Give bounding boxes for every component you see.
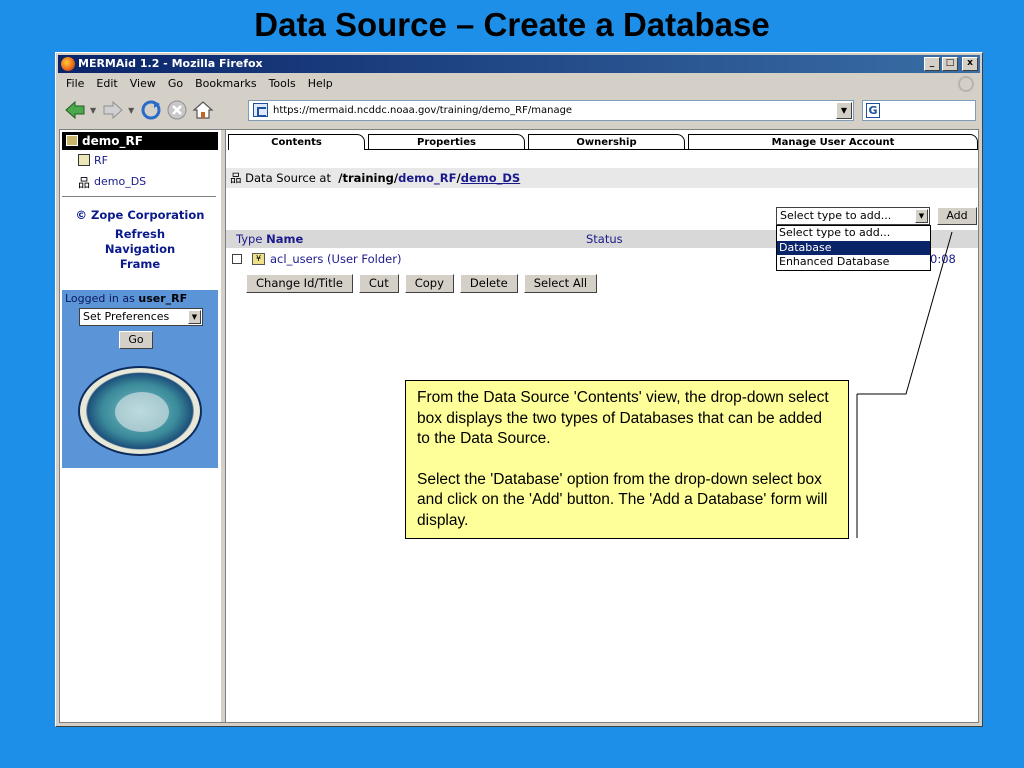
- dropdown-option-database[interactable]: Database: [777, 240, 930, 255]
- tree-root[interactable]: demo_RF: [62, 132, 218, 150]
- tab-underline: [365, 149, 978, 150]
- window-title: MERMAid 1.2 - Mozilla Firefox: [78, 57, 263, 70]
- chevron-down-icon[interactable]: ▼: [188, 310, 201, 324]
- throbber-icon: [958, 76, 974, 92]
- folder-icon: [78, 154, 90, 166]
- menu-edit[interactable]: Edit: [96, 77, 117, 90]
- preferences-select-value: Set Preferences: [83, 310, 170, 323]
- menu-view[interactable]: View: [130, 77, 156, 90]
- breadcrumb-link-demo-ds[interactable]: demo_DS: [461, 171, 521, 185]
- add-type-dropdown-list: Select type to add... Database Enhanced …: [776, 225, 931, 271]
- navigation-toolbar: ▼ ▼ https://mermaid.ncddc.noaa.gov/train…: [58, 94, 980, 126]
- tree-item-label: RF: [94, 154, 108, 167]
- instruction-callout: From the Data Source 'Contents' view, th…: [405, 380, 849, 539]
- add-button[interactable]: Add: [937, 207, 977, 225]
- tab-bar: Contents Properties Ownership Manage Use…: [228, 134, 978, 150]
- slide-title: Data Source – Create a Database: [254, 6, 770, 43]
- minimize-button[interactable]: _: [924, 57, 940, 71]
- url-history-dropdown-icon[interactable]: ▼: [836, 102, 852, 119]
- row-name-link[interactable]: acl_users (User Folder): [270, 250, 401, 268]
- ncddc-seal-logo: [78, 366, 202, 456]
- home-icon[interactable]: [192, 99, 214, 121]
- column-header-status[interactable]: Status: [586, 230, 623, 248]
- breadcrumb: 品 Data Source at /training/demo_RF/demo_…: [226, 168, 978, 188]
- row-checkbox[interactable]: [232, 254, 242, 264]
- zope-copyright-link[interactable]: © Zope Corporation: [62, 208, 218, 222]
- change-id-title-button[interactable]: Change Id/Title: [246, 274, 353, 293]
- search-box[interactable]: G: [862, 100, 976, 121]
- tree-item-label: demo_DS: [94, 175, 147, 188]
- tab-ownership[interactable]: Ownership: [528, 134, 685, 150]
- logged-in-label: Logged in as user_RF: [65, 292, 187, 305]
- refresh-navigation-link[interactable]: Refresh Navigation Frame: [62, 227, 218, 272]
- menu-tools[interactable]: Tools: [269, 77, 296, 90]
- maximize-button[interactable]: □: [942, 57, 958, 71]
- refresh-line: Navigation: [104, 242, 176, 256]
- breadcrumb-link-demo-rf[interactable]: demo_RF: [398, 171, 456, 185]
- divider: [62, 196, 216, 197]
- refresh-line: Refresh: [114, 227, 166, 241]
- column-header-type-name[interactable]: Type Name: [236, 230, 303, 248]
- refresh-line: Frame: [119, 257, 161, 271]
- logged-in-prefix: Logged in as: [65, 292, 135, 305]
- tree-item-demo-ds[interactable]: 品 demo_DS: [78, 174, 147, 190]
- copy-button[interactable]: Copy: [404, 274, 454, 293]
- breadcrumb-base: /training/: [338, 171, 399, 185]
- action-buttons: Change Id/Title Cut Copy Delete Select A…: [246, 274, 598, 293]
- menu-go[interactable]: Go: [168, 77, 183, 90]
- dropdown-option-enhanced-database[interactable]: Enhanced Database: [777, 255, 930, 270]
- user-folder-icon: ¥: [252, 253, 265, 265]
- folder-icon: [66, 135, 78, 146]
- back-arrow-icon[interactable]: [64, 99, 86, 121]
- menu-help[interactable]: Help: [308, 77, 333, 90]
- select-all-button[interactable]: Select All: [523, 274, 598, 293]
- callout-paragraph-1: From the Data Source 'Contents' view, th…: [417, 389, 829, 447]
- tree-item-rf[interactable]: RF: [78, 154, 108, 167]
- url-bar[interactable]: https://mermaid.ncddc.noaa.gov/training/…: [248, 100, 854, 121]
- tab-contents[interactable]: Contents: [228, 134, 365, 150]
- url-text: https://mermaid.ncddc.noaa.gov/training/…: [273, 105, 573, 116]
- reload-icon[interactable]: [140, 99, 162, 121]
- preferences-select[interactable]: Set Preferences ▼: [79, 308, 203, 326]
- cut-button[interactable]: Cut: [358, 274, 399, 293]
- network-icon: 品: [78, 176, 91, 190]
- forward-dropdown-icon[interactable]: ▼: [128, 106, 134, 115]
- tab-properties[interactable]: Properties: [368, 134, 525, 150]
- tab-manage-user-account[interactable]: Manage User Account: [688, 134, 978, 150]
- callout-paragraph-2: Select the 'Database' option from the dr…: [417, 470, 828, 529]
- login-panel: Logged in as user_RF Set Preferences ▼ G…: [62, 290, 218, 468]
- network-icon: 品: [230, 171, 242, 185]
- back-dropdown-icon[interactable]: ▼: [90, 106, 96, 115]
- stop-icon[interactable]: [166, 99, 188, 121]
- navigation-frame: demo_RF RF 品 demo_DS © Zope Corporation R…: [60, 130, 220, 722]
- forward-arrow-icon[interactable]: [102, 99, 124, 121]
- chevron-down-icon[interactable]: ▼: [915, 209, 928, 223]
- tree-root-label: demo_RF: [82, 134, 143, 148]
- add-type-select[interactable]: Select type to add... ▼: [776, 207, 930, 225]
- site-favicon-icon: [253, 103, 268, 117]
- menu-bookmarks[interactable]: Bookmarks: [195, 77, 256, 90]
- search-engine-icon: G: [866, 103, 880, 118]
- add-type-select-value: Select type to add...: [780, 209, 892, 222]
- column-name: Name: [266, 232, 304, 246]
- delete-button[interactable]: Delete: [459, 274, 518, 293]
- username: user_RF: [138, 292, 188, 305]
- window-titlebar[interactable]: MERMAid 1.2 - Mozilla Firefox _ □ x: [58, 55, 980, 73]
- breadcrumb-prefix: Data Source at: [245, 171, 331, 185]
- menu-file[interactable]: File: [66, 77, 84, 90]
- dropdown-option-select-type[interactable]: Select type to add...: [777, 226, 930, 241]
- menubar: File Edit View Go Bookmarks Tools Help: [58, 74, 980, 93]
- firefox-icon: [61, 57, 75, 71]
- column-type: Type: [236, 232, 263, 246]
- go-button[interactable]: Go: [119, 331, 153, 349]
- close-button[interactable]: x: [962, 57, 978, 71]
- row-time: 0:08: [930, 252, 956, 266]
